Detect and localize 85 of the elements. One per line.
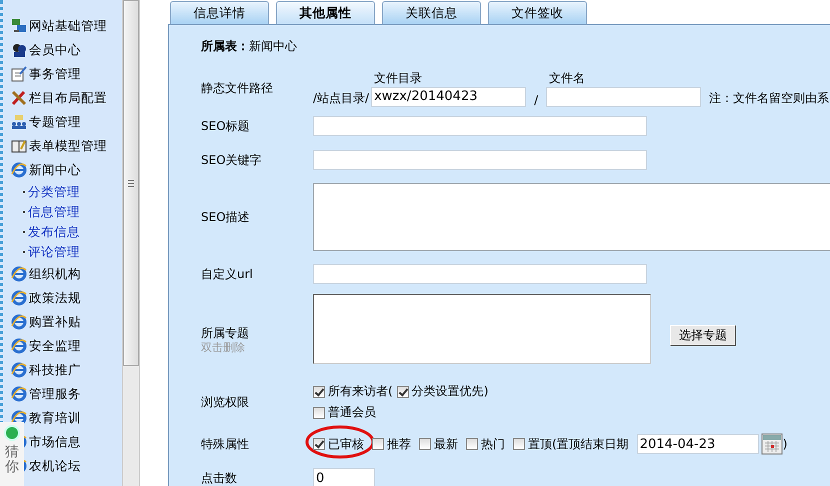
checkbox-label: 置顶(置顶结束日期 bbox=[528, 436, 629, 452]
checkbox[interactable] bbox=[313, 438, 325, 450]
table-name: 新闻中心 bbox=[249, 38, 297, 54]
tab[interactable]: 关联信息 bbox=[382, 1, 481, 24]
field-label: 文件名 bbox=[548, 70, 586, 86]
sidebar-item[interactable]: 专题管理 bbox=[3, 110, 122, 134]
filename-field[interactable] bbox=[546, 86, 702, 106]
note-text: 注：文件名留空则由系 bbox=[708, 90, 830, 106]
click-count-field[interactable]: 0 bbox=[313, 468, 375, 486]
sidebar-subitem[interactable]: 信息管理 bbox=[3, 202, 122, 222]
network-icon bbox=[11, 18, 27, 34]
field-label: SEO关键字 bbox=[201, 152, 263, 168]
sidebar-item[interactable]: 事务管理 bbox=[3, 62, 122, 86]
sidebar-subitem[interactable]: 发布信息 bbox=[3, 222, 122, 242]
hint-text: 双击删除 bbox=[201, 342, 246, 353]
sidebar-item[interactable]: 新闻中心 bbox=[3, 158, 122, 182]
directory-field[interactable]: xwzx/20140423 bbox=[371, 86, 526, 106]
path-prefix: /站点目录/ bbox=[313, 90, 370, 106]
sidebar-subitem[interactable]: 评论管理 bbox=[3, 242, 122, 262]
sidebar-item[interactable]: 政策法规 bbox=[3, 286, 122, 310]
date-field[interactable]: 2014-04-23 bbox=[636, 434, 759, 454]
browser-e-icon bbox=[11, 266, 27, 282]
users-icon bbox=[11, 42, 27, 58]
checkbox-label: 分类设置优先) bbox=[412, 383, 488, 400]
sidebar-item[interactable]: 栏目布局配置 bbox=[3, 86, 122, 110]
people-icon bbox=[11, 114, 27, 130]
field-label: 所属表： bbox=[201, 38, 249, 54]
widget-label: 猜你 bbox=[5, 445, 19, 476]
sidebar-item[interactable]: 科技推广 bbox=[3, 358, 122, 382]
path-separator: / bbox=[533, 92, 540, 106]
sidebar-item[interactable]: 会员中心 bbox=[3, 38, 122, 62]
browser-e-icon bbox=[11, 410, 27, 426]
tab[interactable]: 信息详情 bbox=[170, 1, 269, 24]
status-dot-icon bbox=[6, 427, 18, 439]
browser-e-icon bbox=[11, 386, 27, 402]
browser-e-icon bbox=[11, 362, 27, 378]
checkbox[interactable] bbox=[513, 438, 525, 450]
input-field[interactable] bbox=[313, 116, 647, 136]
input-field[interactable] bbox=[313, 150, 647, 170]
checkbox-label: 热门 bbox=[481, 436, 505, 452]
checkbox[interactable] bbox=[419, 438, 431, 450]
field-label: 特殊属性 bbox=[201, 436, 250, 452]
checkbox-label: 所有来访者( bbox=[328, 383, 393, 400]
closing-paren: ) bbox=[782, 437, 788, 451]
field-label: 文件目录 bbox=[373, 70, 424, 86]
checkbox[interactable] bbox=[313, 406, 325, 418]
sidebar-subitem[interactable]: 分类管理 bbox=[3, 182, 122, 202]
field-label: SEO描述 bbox=[201, 208, 251, 226]
checkbox[interactable] bbox=[396, 386, 409, 398]
field-label: 浏览权限 bbox=[201, 394, 250, 410]
sidebar-item[interactable]: 表单模型管理 bbox=[3, 134, 122, 158]
browser-e-icon bbox=[11, 314, 27, 330]
scrollbar-thumb[interactable] bbox=[123, 0, 139, 366]
sidebar-item[interactable]: 管理服务 bbox=[3, 382, 122, 406]
topic-list-field[interactable] bbox=[313, 294, 651, 364]
browser-e-icon bbox=[11, 162, 27, 178]
field-label: SEO标题 bbox=[201, 118, 251, 134]
scrollbar[interactable] bbox=[122, 0, 140, 486]
checkbox-label: 最新 bbox=[434, 436, 458, 452]
text-area[interactable] bbox=[313, 183, 830, 251]
calendar-icon[interactable] bbox=[760, 433, 783, 455]
checkbox-label: 已审核 bbox=[328, 436, 364, 452]
sidebar-item[interactable]: 网站基础管理 bbox=[3, 14, 122, 38]
notepad-icon bbox=[11, 66, 27, 82]
checkbox-label: 普通会员 bbox=[328, 404, 376, 421]
field-label: 所属专题 bbox=[201, 325, 250, 342]
checkbox[interactable] bbox=[313, 386, 325, 398]
input-field[interactable] bbox=[313, 264, 647, 284]
checkbox[interactable] bbox=[466, 438, 478, 450]
tab[interactable]: 其他属性 bbox=[276, 1, 375, 24]
checkbox[interactable] bbox=[372, 438, 384, 450]
field-label: 自定义url bbox=[201, 266, 254, 282]
sidebar-item[interactable]: 购置补贴 bbox=[3, 310, 122, 334]
tab[interactable]: 文件签收 bbox=[488, 1, 587, 24]
browser-e-icon bbox=[11, 290, 27, 306]
field-label: 静态文件路径 bbox=[201, 80, 274, 96]
floating-toast[interactable]: 猜你 bbox=[0, 422, 24, 486]
checkbox-label: 推荐 bbox=[387, 436, 411, 452]
sidebar-item[interactable]: 组织机构 bbox=[3, 262, 122, 286]
tools-icon bbox=[11, 90, 27, 106]
field-label: 点击数 bbox=[201, 470, 238, 486]
book-icon bbox=[11, 138, 27, 154]
sidebar-item[interactable]: 安全监理 bbox=[3, 334, 122, 358]
select-topic-button[interactable]: 选择专题 bbox=[670, 324, 736, 346]
browser-e-icon bbox=[11, 338, 27, 354]
